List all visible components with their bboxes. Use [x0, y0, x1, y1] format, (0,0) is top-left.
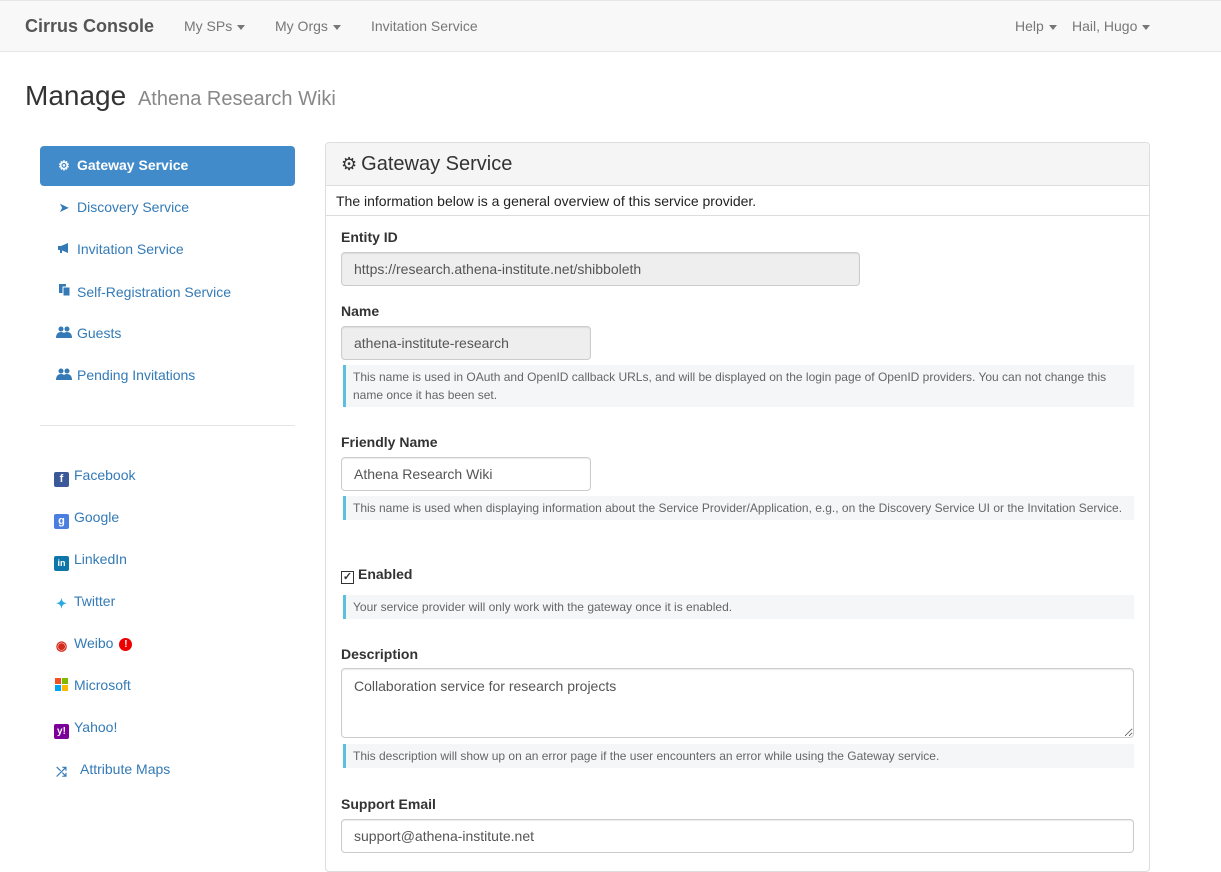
friendly-name-help-text: This name is used when displaying inform… [343, 496, 1134, 520]
enabled-row: ✓ Enabled [341, 566, 412, 584]
sidebar-item-microsoft[interactable]: Microsoft [54, 677, 131, 693]
page-title-subtitle: Athena Research Wiki [137, 88, 336, 110]
sidebar-item-yahoo[interactable]: y! Yahoo! [54, 719, 117, 739]
alert-icon: ! [119, 638, 133, 651]
sidebar-item-label: Invitation Service [77, 241, 184, 257]
nav-my-sps-label: My SPs [184, 18, 233, 34]
brand-link[interactable]: Cirrus Console [25, 16, 154, 37]
sidebar-item-weibo[interactable]: ◉ Weibo! [54, 635, 133, 653]
sidebar-item-google[interactable]: g Google [54, 509, 119, 529]
panel-title: Gateway Service [361, 153, 513, 175]
gear-icon: ⚙ [58, 158, 70, 173]
sidebar-item-linkedin[interactable]: in LinkedIn [54, 551, 127, 571]
sidebar-item-label: Attribute Maps [80, 761, 171, 777]
caret-down-icon [1142, 24, 1151, 30]
location-arrow-icon: ➤ [58, 200, 70, 215]
random-icon: ⤮ [56, 764, 67, 779]
caret-down-icon [1048, 24, 1057, 30]
name-help-text: This name is used in OAuth and OpenID ca… [343, 365, 1134, 407]
support-email-label: Support Email [341, 796, 436, 812]
gear-icon: ⚙ [341, 154, 358, 174]
enabled-help-text: Your service provider will only work wit… [343, 595, 1134, 619]
windows-icon [54, 678, 69, 693]
nav-my-sps-dropdown[interactable]: My SPs [184, 18, 246, 34]
sidebar-item-self-registration-service[interactable]: Self-Registration Service [40, 272, 295, 312]
sidebar-item-label: Twitter [74, 593, 116, 609]
sidebar-item-label: Pending Invitations [77, 367, 196, 383]
name-label: Name [341, 303, 380, 319]
sidebar-item-label: Yahoo! [74, 719, 118, 735]
sidebar-item-label: Weibo [74, 635, 114, 651]
gateway-service-panel: ⚙ Gateway Service The information below i… [325, 142, 1150, 872]
page-title: Manage Athena Research Wiki [25, 80, 336, 112]
sidebar-item-label: Microsoft [74, 677, 131, 693]
sidebar-item-facebook[interactable]: f Facebook [54, 467, 135, 487]
description-label: Description [341, 646, 419, 662]
sidebar-item-invitation-service[interactable]: Invitation Service [40, 230, 295, 270]
entity-id-label: Entity ID [341, 229, 398, 245]
sidebar-item-discovery-service[interactable]: ➤ Discovery Service [40, 188, 295, 228]
caret-down-icon [237, 24, 246, 30]
twitter-icon: ✦ [56, 596, 67, 611]
caret-down-icon [332, 24, 341, 30]
bullhorn-icon [56, 242, 72, 257]
weibo-icon: ◉ [55, 638, 68, 653]
panel-intro: The information below is a general overv… [326, 186, 1149, 216]
description-textarea[interactable]: Collaboration service for research proje… [341, 668, 1134, 738]
entity-id-field[interactable] [341, 252, 860, 286]
sidebar-item-guests[interactable]: Guests [40, 314, 295, 354]
sidebar-item-label: Gateway Service [77, 157, 189, 173]
sidebar-item-twitter[interactable]: ✦ Twitter [54, 593, 115, 611]
yahoo-icon: y! [54, 724, 69, 739]
panel-heading: ⚙ Gateway Service [326, 143, 1149, 186]
name-field[interactable] [341, 326, 591, 360]
sidebar-item-label: Discovery Service [77, 199, 190, 215]
enabled-checkbox[interactable]: ✓ [341, 571, 354, 584]
linkedin-icon: in [54, 556, 69, 571]
sidebar-item-gateway-service[interactable]: ⚙ Gateway Service [40, 146, 295, 186]
nav-user-dropdown[interactable]: Hail, Hugo [1072, 18, 1151, 34]
users-icon [56, 326, 72, 341]
nav-help-label: Help [1015, 18, 1044, 34]
sidebar-item-attribute-maps[interactable]: ⤮ Attribute Maps [54, 761, 170, 779]
sidebar-item-label: Facebook [74, 467, 136, 483]
nav-user-label: Hail, Hugo [1072, 18, 1138, 34]
sidebar-item-label: Google [74, 509, 120, 525]
sidebar-divider [40, 425, 295, 426]
google-icon: g [54, 514, 69, 529]
support-email-field[interactable] [341, 819, 1134, 853]
friendly-name-field[interactable] [341, 457, 591, 491]
enabled-label: Enabled [358, 566, 413, 582]
nav-my-orgs-label: My Orgs [275, 18, 328, 34]
sidebar-item-label: Self-Registration Service [77, 284, 232, 300]
description-help-text: This description will show up on an erro… [343, 744, 1134, 768]
sidebar-item-label: LinkedIn [74, 551, 127, 567]
nav-invitation-service-link[interactable]: Invitation Service [371, 18, 478, 34]
copy-icon [56, 283, 72, 300]
facebook-icon: f [54, 472, 69, 487]
nav-help-dropdown[interactable]: Help [1015, 18, 1057, 34]
page-title-main: Manage [25, 80, 127, 111]
friendly-name-label: Friendly Name [341, 434, 438, 450]
sidebar-item-label: Guests [77, 325, 122, 341]
top-navbar: Cirrus Console My SPs My Orgs Invitation… [0, 0, 1221, 52]
users-icon [56, 368, 72, 383]
sidebar-item-pending-invitations[interactable]: Pending Invitations [40, 356, 295, 396]
nav-my-orgs-dropdown[interactable]: My Orgs [275, 18, 341, 34]
